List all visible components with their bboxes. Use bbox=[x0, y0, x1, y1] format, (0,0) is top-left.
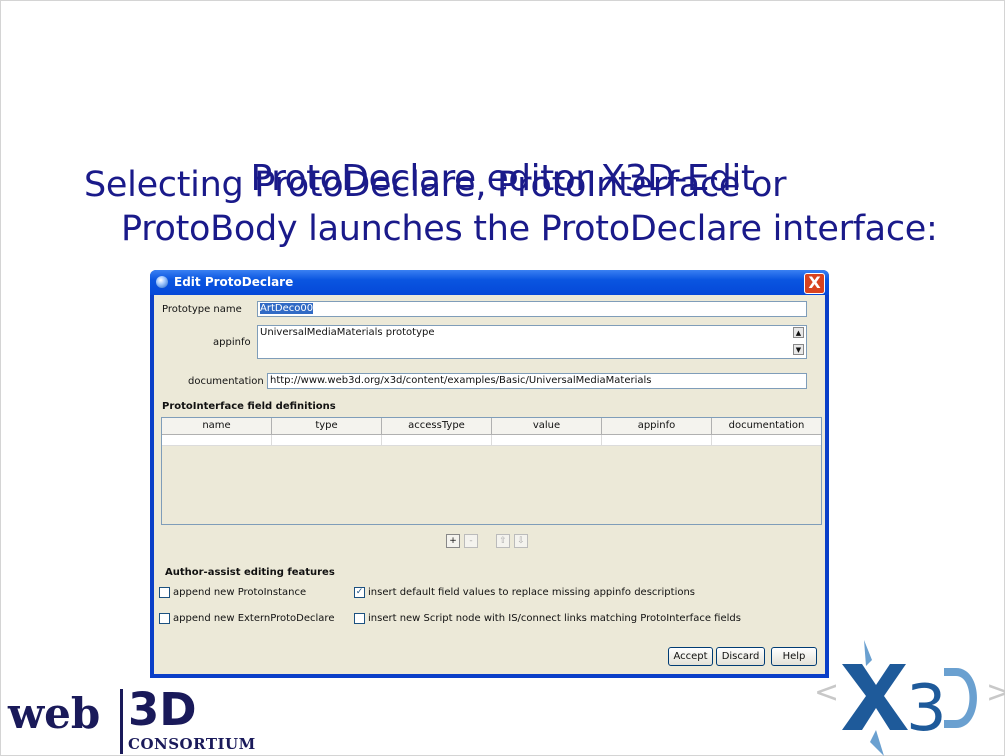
column-header[interactable]: appinfo bbox=[602, 418, 712, 434]
discard-button[interactable]: Discard bbox=[716, 647, 765, 666]
documentation-label: documentation bbox=[188, 376, 264, 387]
appinfo-textarea[interactable]: UniversalMediaMaterials prototype ▲ ▼ bbox=[257, 325, 807, 359]
move-down-button[interactable]: ⇩ bbox=[514, 534, 528, 548]
appinfo-scrollbar[interactable]: ▲ ▼ bbox=[793, 327, 805, 357]
add-field-button[interactable]: + bbox=[446, 534, 460, 548]
bullet-line-1: Selecting ProtoDeclare, ProtoInterface o… bbox=[84, 165, 787, 205]
insert-default-values-label: insert default field values to replace m… bbox=[368, 587, 696, 598]
author-assist-heading: Author-assist editing features bbox=[165, 567, 335, 578]
svg-text:3: 3 bbox=[906, 672, 947, 746]
scroll-up-icon[interactable]: ▲ bbox=[793, 327, 804, 338]
logo-3d-text: 3D bbox=[128, 683, 197, 736]
move-up-button[interactable]: ⇧ bbox=[496, 534, 510, 548]
fields-section-heading: ProtoInterface field definitions bbox=[162, 401, 336, 412]
remove-field-button[interactable]: - bbox=[464, 534, 478, 548]
documentation-field[interactable]: http://www.web3d.org/x3d/content/example… bbox=[267, 373, 807, 389]
dialog-title-bar[interactable]: Edit ProtoDeclare X bbox=[150, 270, 829, 295]
append-externprotodeclare-checkbox[interactable] bbox=[159, 613, 170, 624]
append-protoinstance-label: append new ProtoInstance bbox=[173, 587, 307, 598]
logo-consortium-text: CONSORTIUM bbox=[128, 735, 256, 753]
column-header[interactable]: documentation bbox=[712, 418, 821, 434]
column-header[interactable]: value bbox=[492, 418, 602, 434]
column-header[interactable]: name bbox=[162, 418, 272, 434]
table-header: name type accessType value appinfo docum… bbox=[162, 418, 821, 435]
column-header[interactable]: accessType bbox=[382, 418, 492, 434]
prototype-name-value: ArtDeco00 bbox=[260, 303, 314, 314]
close-button[interactable]: X bbox=[804, 273, 825, 294]
accept-button[interactable]: Accept bbox=[668, 647, 713, 666]
dialog-title: Edit ProtoDeclare bbox=[174, 275, 294, 289]
app-icon bbox=[156, 276, 168, 288]
svg-text:<: < bbox=[814, 675, 839, 710]
insert-script-node-checkbox[interactable] bbox=[354, 613, 365, 624]
appinfo-label: appinfo bbox=[213, 337, 251, 348]
logo-divider bbox=[120, 689, 123, 754]
logo-web-text: web bbox=[8, 689, 101, 738]
append-externprotodeclare-label: append new ExternProtoDeclare bbox=[173, 613, 335, 624]
column-header[interactable]: type bbox=[272, 418, 382, 434]
appinfo-value: UniversalMediaMaterials prototype bbox=[260, 327, 435, 338]
field-definitions-table[interactable]: name type accessType value appinfo docum… bbox=[161, 417, 822, 525]
table-row[interactable] bbox=[162, 435, 821, 446]
insert-script-node-label: insert new Script node with IS/connect l… bbox=[368, 613, 741, 624]
append-protoinstance-checkbox[interactable] bbox=[159, 587, 170, 598]
scroll-down-icon[interactable]: ▼ bbox=[793, 344, 804, 355]
svg-text:>: > bbox=[986, 675, 1005, 710]
prototype-name-label: Prototype name bbox=[162, 304, 242, 315]
edit-protodeclare-dialog: Edit ProtoDeclare X Prototype name ArtDe… bbox=[150, 270, 829, 678]
x3d-logo: < 3 > bbox=[814, 640, 1005, 756]
insert-default-values-checkbox[interactable]: ✓ bbox=[354, 587, 365, 598]
slide-bullet: Selecting ProtoDeclare, ProtoInterface o… bbox=[84, 163, 938, 251]
dialog-client-area: Prototype name ArtDeco00 appinfo Univers… bbox=[154, 295, 825, 674]
prototype-name-field[interactable]: ArtDeco00 bbox=[257, 301, 807, 317]
bullet-line-2: ProtoBody launches the ProtoDeclare inte… bbox=[121, 209, 938, 249]
